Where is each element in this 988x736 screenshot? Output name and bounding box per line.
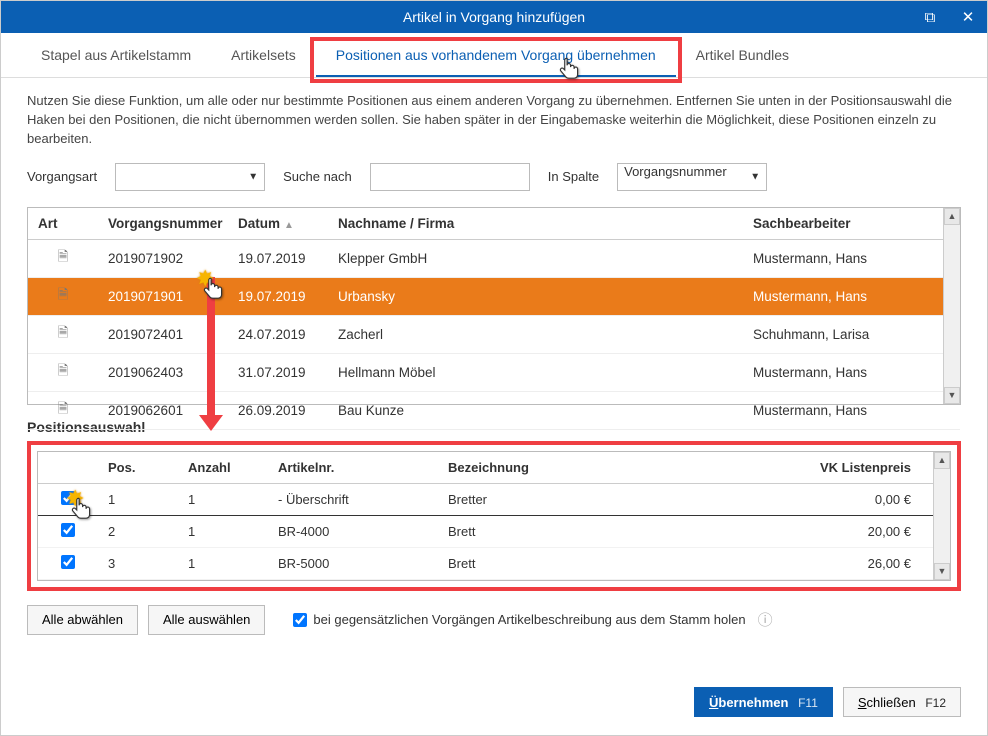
tab-0[interactable]: Stapel aus Artikelstamm [21, 33, 211, 77]
close-icon[interactable]: ✕ [949, 1, 987, 33]
col-header[interactable]: Sachbearbeiter [743, 208, 943, 240]
tab-1[interactable]: Artikelsets [211, 33, 316, 77]
table-row[interactable]: 31BR-5000Brett26,00 € [38, 547, 950, 579]
document-icon: 🗎 [55, 285, 71, 308]
table-row[interactable]: 21BR-4000Brett20,00 € [38, 515, 950, 547]
col-header[interactable]: VK Listenpreis [773, 452, 933, 484]
table-row[interactable]: 11- ÜberschriftBretter0,00 € [38, 483, 950, 515]
titlebar: Artikel in Vorgang hinzufügen ⧉ ✕ [1, 1, 987, 33]
row-checkbox[interactable] [61, 555, 75, 569]
col-header[interactable]: Nachname / Firma [328, 208, 743, 240]
scroll-up-icon[interactable]: ▲ [944, 208, 960, 225]
vorgang-table: ArtVorgangsnummerDatum▲Nachname / FirmaS… [27, 207, 961, 405]
scrollbar[interactable]: ▲ ▼ [943, 208, 960, 404]
option-checkbox[interactable] [293, 613, 307, 627]
table-row[interactable]: 🗎201907190119.07.2019UrbanskyMustermann,… [28, 277, 960, 315]
tab-2[interactable]: Positionen aus vorhandenem Vorgang übern… [316, 33, 676, 77]
close-button[interactable]: Schließen F12 [843, 687, 961, 717]
spalte-select[interactable]: Vorgangsnummer ▼ [617, 163, 767, 191]
col-header[interactable]: Pos. [98, 452, 178, 484]
description-text: Nutzen Sie diese Funktion, um alle oder … [27, 92, 961, 149]
col-header[interactable]: Bezeichnung [438, 452, 773, 484]
tab-bar: Stapel aus ArtikelstammArtikelsetsPositi… [1, 33, 987, 78]
filter-row: Vorgangsart ▼ Suche nach In Spalte Vorga… [27, 163, 961, 191]
spalte-label: In Spalte [548, 169, 599, 184]
chevron-down-icon: ▼ [248, 171, 258, 182]
document-icon: 🗎 [55, 361, 71, 384]
scroll-up-icon[interactable]: ▲ [934, 452, 950, 469]
tab-3[interactable]: Artikel Bundles [676, 33, 809, 77]
scroll-down-icon[interactable]: ▼ [944, 387, 960, 404]
suche-label: Suche nach [283, 169, 352, 184]
dialog-footer: Übernehmen F11 Schließen F12 [1, 669, 987, 735]
deselect-all-button[interactable]: Alle abwählen [27, 605, 138, 635]
col-header[interactable]: Art [28, 208, 98, 240]
scrollbar[interactable]: ▲ ▼ [933, 452, 950, 580]
popout-icon[interactable]: ⧉ [911, 1, 949, 33]
col-header[interactable]: Vorgangsnummer [98, 208, 228, 240]
row-checkbox[interactable] [61, 523, 75, 537]
dialog-window: Artikel in Vorgang hinzufügen ⧉ ✕ Stapel… [0, 0, 988, 736]
col-header[interactable]: Anzahl [178, 452, 268, 484]
document-icon: 🗎 [55, 399, 71, 422]
table-row[interactable]: 🗎201907240124.07.2019ZacherlSchuhmann, L… [28, 315, 960, 353]
select-all-button[interactable]: Alle auswählen [148, 605, 265, 635]
vorgangsart-label: Vorgangsart [27, 169, 97, 184]
table-row[interactable]: 🗎201906240331.07.2019Hellmann MöbelMuste… [28, 353, 960, 391]
chevron-down-icon: ▼ [750, 171, 760, 182]
col-header[interactable]: Datum▲ [228, 208, 328, 240]
info-icon[interactable]: ⓘ [758, 609, 773, 630]
row-checkbox[interactable] [61, 491, 75, 505]
table-row[interactable]: 🗎201906260126.09.2019Bau KunzeMustermann… [28, 391, 960, 429]
scroll-down-icon[interactable]: ▼ [934, 563, 950, 580]
position-selection-area: Pos.AnzahlArtikelnr.BezeichnungVK Listen… [27, 441, 961, 591]
search-input[interactable] [370, 163, 530, 191]
col-header[interactable] [38, 452, 98, 484]
option-checkbox-label[interactable]: bei gegensätzlichen Vorgängen Artikelbes… [293, 609, 772, 630]
col-header[interactable]: Artikelnr. [268, 452, 438, 484]
document-icon: 🗎 [55, 247, 71, 270]
vorgangsart-select[interactable]: ▼ [115, 163, 265, 191]
table-row[interactable]: 🗎201907190219.07.2019Klepper GmbHMusterm… [28, 239, 960, 277]
apply-button[interactable]: Übernehmen F11 [694, 687, 833, 717]
document-icon: 🗎 [55, 323, 71, 346]
dialog-title: Artikel in Vorgang hinzufügen [403, 9, 585, 25]
